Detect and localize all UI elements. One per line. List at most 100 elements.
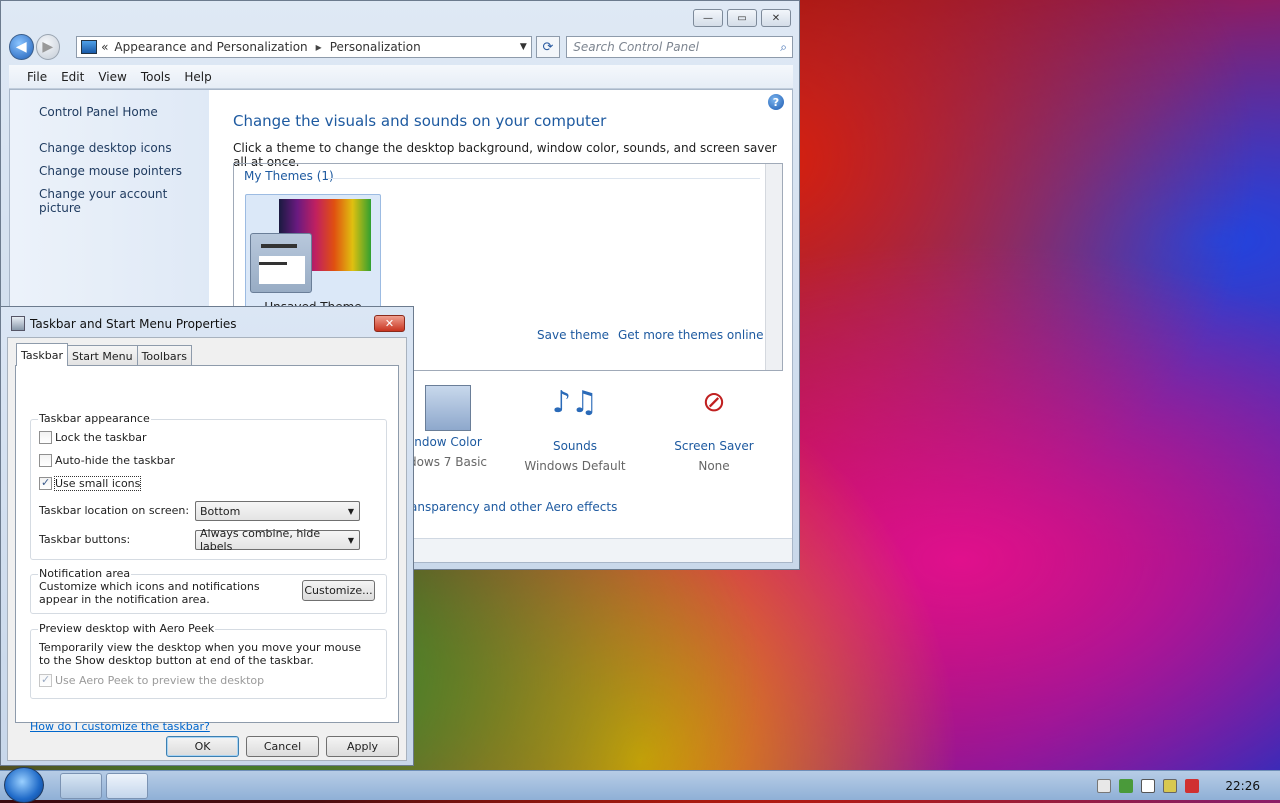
preview-window xyxy=(259,256,305,284)
peek-text: Temporarily view the desktop when you mo… xyxy=(39,641,361,667)
group-divider xyxy=(326,178,760,179)
taskbar-tab-panel: Taskbar appearance Lock the taskbar Auto… xyxy=(15,365,399,733)
menu-bar: File Edit View Tools Help xyxy=(9,65,793,89)
taskbar-properties-button[interactable] xyxy=(106,773,148,799)
flag-icon[interactable] xyxy=(1141,779,1156,793)
tab-taskbar[interactable]: Taskbar xyxy=(16,343,68,366)
notification-group-title: Notification area xyxy=(38,567,132,580)
small-icons-label[interactable]: Use small icons xyxy=(53,476,142,491)
peek-group-title: Preview desktop with Aero Peek xyxy=(38,622,216,635)
checkbox-checked-icon[interactable] xyxy=(39,476,52,490)
chevron-down-icon: ▼ xyxy=(347,535,354,545)
location-value: Bottom xyxy=(200,504,241,518)
sounds-item[interactable]: ♪♫ Sounds Windows Default xyxy=(515,385,635,473)
taskbar-icon xyxy=(11,316,25,331)
system-tray: 22:26 xyxy=(1097,771,1280,801)
close-button[interactable]: ✕ xyxy=(761,9,791,27)
window-color-icon xyxy=(425,385,471,431)
menu-help[interactable]: Help xyxy=(184,70,211,84)
refresh-button[interactable]: ⟳ xyxy=(535,36,561,58)
breadcrumb-personalization[interactable]: Personalization xyxy=(330,40,421,54)
breadcrumb-appearance[interactable]: Appearance and Personalization xyxy=(114,40,307,54)
location-label: Taskbar location on screen: xyxy=(39,504,190,517)
tab-toolbars[interactable]: Toolbars xyxy=(136,345,192,366)
menu-tools[interactable]: Tools xyxy=(141,70,171,84)
shield-icon[interactable] xyxy=(1119,779,1134,793)
menu-edit[interactable]: Edit xyxy=(61,70,84,84)
taskbar-properties-dialog: Taskbar and Start Menu Properties ✕ Task… xyxy=(0,306,414,766)
appearance-group-title: Taskbar appearance xyxy=(38,412,151,425)
taskbar: 22:26 xyxy=(0,767,1280,803)
clock[interactable]: 22:26 xyxy=(1225,779,1260,793)
screen-saver-icon: ⊘ xyxy=(702,385,726,418)
caption-buttons: — ▭ ✕ xyxy=(693,9,791,27)
screen-saver-item[interactable]: ⊘ Screen Saver None xyxy=(654,385,774,473)
minimize-button[interactable]: — xyxy=(693,9,723,27)
aero-peek-checkbox[interactable]: Use Aero Peek to preview the desktop xyxy=(39,673,264,687)
checkbox-icon[interactable] xyxy=(39,454,52,467)
get-more-themes-link[interactable]: Get more themes online xyxy=(618,328,764,342)
link-change-mouse-pointers[interactable]: Change mouse pointers xyxy=(39,164,182,178)
location-select[interactable]: Bottom ▼ xyxy=(195,501,360,521)
ok-button[interactable]: OK xyxy=(166,736,239,757)
maximize-button[interactable]: ▭ xyxy=(727,9,757,27)
link-control-panel-home[interactable]: Control Panel Home xyxy=(39,105,158,119)
volume-muted-icon[interactable] xyxy=(1185,779,1200,793)
address-bar[interactable]: « Appearance and Personalization ▸ Perso… xyxy=(76,36,532,58)
address-dropdown-icon[interactable]: ▼ xyxy=(520,42,527,52)
screen-saver-value: None xyxy=(698,459,730,473)
notification-text: Customize which icons and notifications … xyxy=(39,580,260,606)
help-customize-link[interactable]: How do I customize the taskbar? xyxy=(30,720,210,733)
buttons-select[interactable]: Always combine, hide labels ▼ xyxy=(195,527,360,553)
link-change-desktop-icons[interactable]: Change desktop icons xyxy=(39,141,172,155)
breadcrumb-arrow[interactable]: ▸ xyxy=(316,40,322,54)
buttons-value: Always combine, hide labels xyxy=(200,527,321,553)
link-change-account-picture[interactable]: Change your account picture xyxy=(39,187,209,215)
menu-file[interactable]: File xyxy=(27,70,47,84)
checkbox-icon[interactable] xyxy=(39,431,52,444)
auto-hide-label[interactable]: Auto-hide the taskbar xyxy=(55,454,175,467)
dialog-title: Taskbar and Start Menu Properties xyxy=(30,317,237,331)
theme-window-preview xyxy=(250,233,312,293)
buttons-label: Taskbar buttons: xyxy=(39,533,131,546)
taskbar-control-panel-button[interactable] xyxy=(60,773,102,799)
search-icon[interactable]: ⌕ xyxy=(780,40,787,55)
sounds-title[interactable]: Sounds xyxy=(515,439,635,453)
address-row: ◀ ▶ « Appearance and Personalization ▸ P… xyxy=(9,33,793,61)
sounds-value: Windows Default xyxy=(524,459,626,473)
control-panel-icon xyxy=(81,40,98,54)
customize-button[interactable]: Customize... xyxy=(302,580,375,601)
screen-saver-title[interactable]: Screen Saver xyxy=(654,439,774,453)
page-title: Change the visuals and sounds on your co… xyxy=(233,112,607,130)
search-input[interactable]: Search Control Panel ⌕ xyxy=(566,36,793,58)
forward-button[interactable]: ▶ xyxy=(35,34,61,60)
start-button[interactable] xyxy=(4,767,44,803)
notes-icon[interactable] xyxy=(1097,779,1112,793)
apply-button[interactable]: Apply xyxy=(326,736,399,757)
help-icon[interactable]: ? xyxy=(768,94,784,110)
aero-effects-link[interactable]: ansparency and other Aero effects xyxy=(410,500,617,514)
chevron-down-icon: ▼ xyxy=(347,506,354,516)
preview-bar xyxy=(259,262,287,265)
search-placeholder: Search Control Panel xyxy=(573,40,699,54)
menu-view[interactable]: View xyxy=(98,70,126,84)
auto-hide-checkbox[interactable]: Auto-hide the taskbar xyxy=(39,454,175,467)
tab-start-menu[interactable]: Start Menu xyxy=(67,345,138,366)
themes-scrollbar[interactable] xyxy=(765,164,782,370)
network-icon[interactable] xyxy=(1163,779,1178,793)
lock-taskbar-checkbox[interactable]: Lock the taskbar xyxy=(39,431,147,444)
my-themes-label: My Themes (1) xyxy=(244,169,334,183)
small-icons-checkbox[interactable]: Use small icons xyxy=(39,476,142,491)
back-button[interactable]: ◀ xyxy=(9,34,34,60)
checkbox-checked-icon[interactable] xyxy=(39,673,52,687)
theme-unsaved[interactable]: Unsaved Theme xyxy=(245,194,381,314)
breadcrumb-prefix[interactable]: « xyxy=(101,40,108,54)
dialog-close-button[interactable]: ✕ xyxy=(374,315,405,332)
aero-peek-label[interactable]: Use Aero Peek to preview the desktop xyxy=(55,674,264,687)
cancel-button[interactable]: Cancel xyxy=(246,736,319,757)
preview-bar xyxy=(261,244,297,248)
dialog-tabs: Taskbar Start Menu Toolbars xyxy=(16,343,192,366)
lock-taskbar-label[interactable]: Lock the taskbar xyxy=(55,431,147,444)
save-theme-link[interactable]: Save theme xyxy=(537,328,609,342)
dialog-body: Taskbar Start Menu Toolbars Taskbar appe… xyxy=(7,337,407,761)
